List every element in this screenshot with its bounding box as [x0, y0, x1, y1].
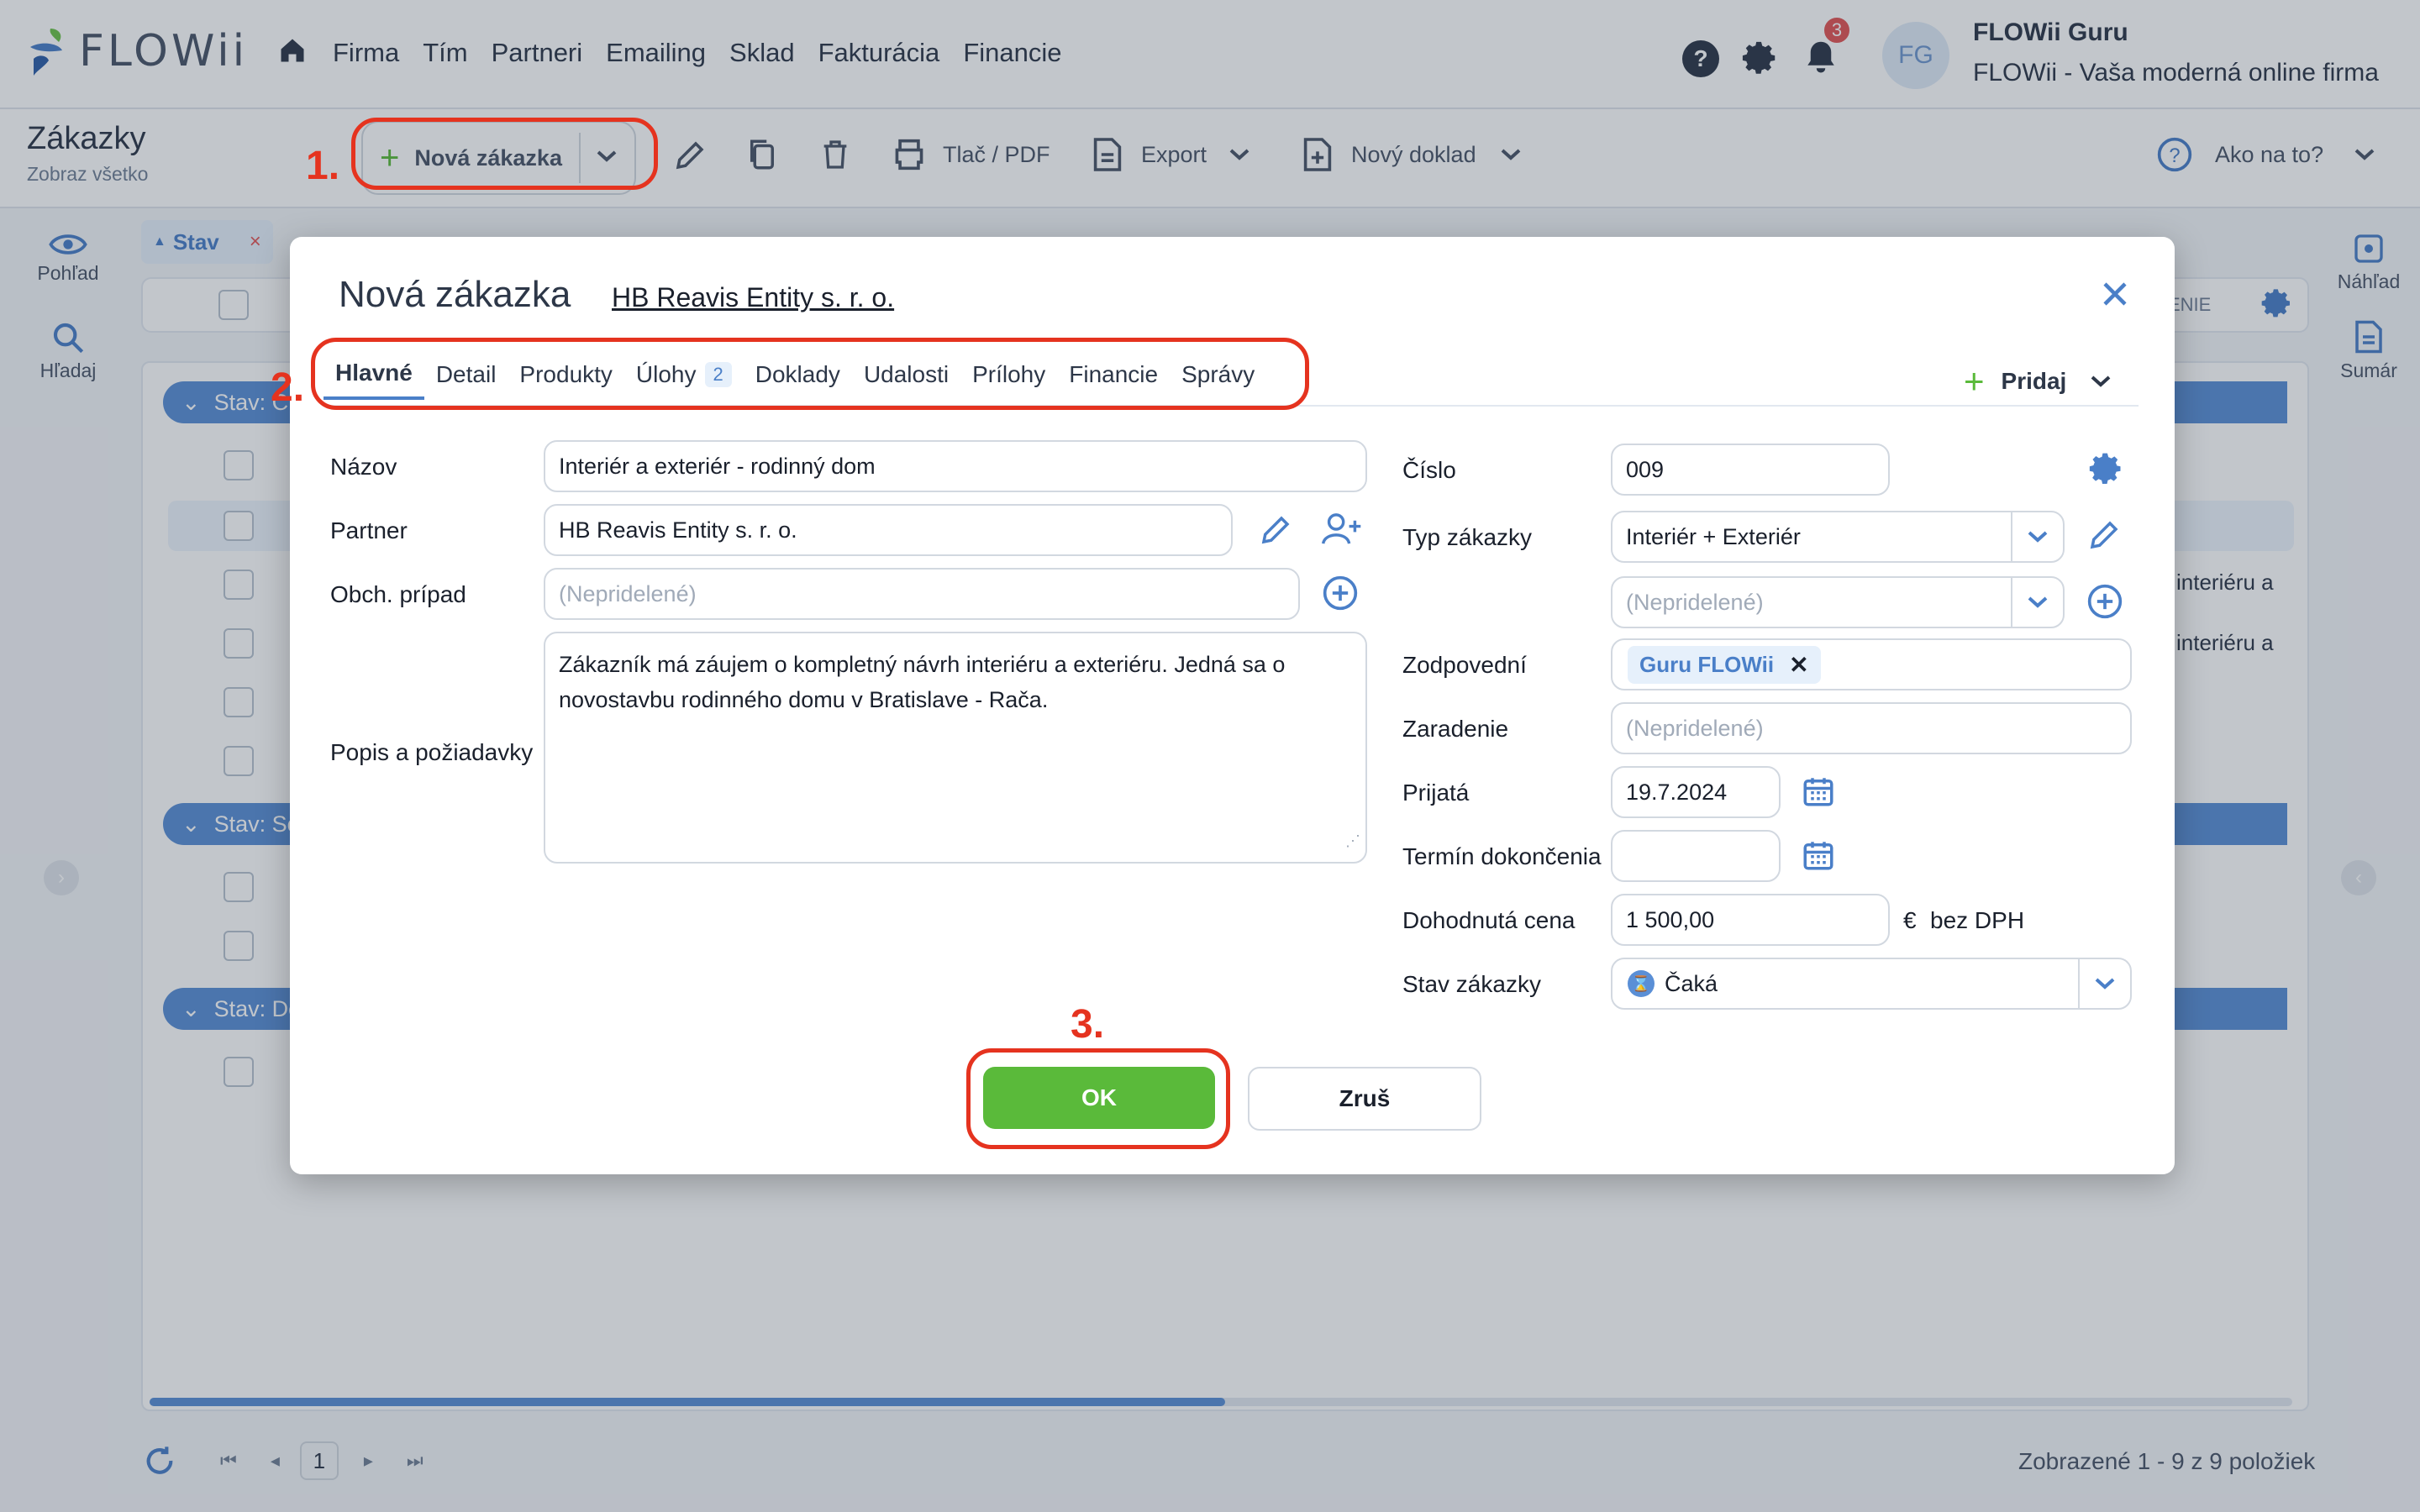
- status-label: Stav zákazky: [1402, 971, 1541, 997]
- order-type-select[interactable]: Interiér + Exteriér: [1611, 511, 2065, 563]
- annotation-highlight-tabs: [311, 338, 1309, 410]
- status-select[interactable]: ⌛ Čaká: [1611, 958, 2132, 1010]
- hourglass-icon: ⌛: [1628, 970, 1655, 997]
- order-subtype-select[interactable]: (Nepridelené): [1611, 576, 2065, 628]
- dialog-partner-link[interactable]: HB Reavis Entity s. r. o.: [612, 282, 894, 313]
- responsible-input[interactable]: Guru FLOWii ✕: [1611, 638, 2132, 690]
- price-input[interactable]: 1 500,00: [1611, 894, 1890, 946]
- annotation-step-2: 2.: [271, 365, 305, 410]
- name-label: Názov: [330, 454, 397, 480]
- name-input[interactable]: Interiér a exteriér - rodinný dom: [544, 440, 1367, 492]
- annotation-highlight-ok: [966, 1048, 1230, 1149]
- remove-chip-icon[interactable]: ✕: [1789, 651, 1808, 679]
- pencil-icon[interactable]: [1258, 512, 1293, 552]
- calendar-icon[interactable]: [1801, 773, 1836, 814]
- responsible-chip-label: Guru FLOWii: [1639, 651, 1775, 677]
- received-label: Prijatá: [1402, 780, 1470, 806]
- add-user-icon[interactable]: [1322, 511, 1362, 552]
- business-case-input[interactable]: (Nepridelené): [544, 568, 1300, 620]
- description-textarea[interactable]: Zákazník má záujem o kompletný návrh int…: [544, 632, 1367, 864]
- description-label: Popis a požiadavky: [330, 739, 534, 765]
- chevron-down-icon[interactable]: [2011, 512, 2063, 561]
- number-label: Číslo: [1402, 457, 1456, 483]
- pencil-icon[interactable]: [2086, 517, 2122, 557]
- chevron-down-icon[interactable]: [2078, 959, 2130, 1008]
- calendar-icon[interactable]: [1801, 837, 1836, 878]
- business-case-label: Obch. prípad: [330, 581, 466, 607]
- add-circle-icon[interactable]: [2086, 583, 2123, 624]
- close-icon[interactable]: [2100, 279, 2130, 313]
- deadline-label: Termín dokončenia: [1402, 843, 1602, 869]
- deadline-date-input[interactable]: [1611, 830, 1781, 882]
- gear-icon[interactable]: [2088, 450, 2125, 491]
- price-currency: €: [1903, 907, 1917, 933]
- annotation-step-3: 3.: [1071, 1002, 1105, 1047]
- add-menu-button[interactable]: + Pridaj: [1964, 361, 2112, 402]
- category-label: Zaradenie: [1402, 716, 1509, 742]
- price-label: Dohodnutá cena: [1402, 907, 1576, 933]
- order-subtype-placeholder: (Nepridelené): [1626, 589, 1764, 615]
- responsible-label: Zodpovední: [1402, 652, 1527, 678]
- add-menu-label: Pridaj: [2001, 368, 2067, 394]
- partner-label: Partner: [330, 517, 408, 543]
- add-circle-icon[interactable]: [1322, 575, 1359, 616]
- received-date-input[interactable]: 19.7.2024: [1611, 766, 1781, 818]
- category-input[interactable]: (Nepridelené): [1611, 702, 2132, 754]
- resize-handle-icon[interactable]: ⋰: [1345, 823, 1360, 858]
- dialog-title: Nová zákazka: [339, 274, 571, 315]
- price-suffix: bez DPH: [1930, 907, 2025, 933]
- chevron-down-icon[interactable]: [2011, 578, 2063, 627]
- responsible-chip: Guru FLOWii ✕: [1628, 645, 1821, 684]
- status-value: Čaká: [1665, 970, 1718, 996]
- order-type-value: Interiér + Exteriér: [1626, 523, 1801, 549]
- chevron-down-icon: [2091, 375, 2111, 387]
- annotation-highlight-new-order: [351, 118, 658, 190]
- partner-input[interactable]: HB Reavis Entity s. r. o.: [544, 504, 1233, 556]
- cancel-button[interactable]: Zruš: [1248, 1067, 1481, 1131]
- plus-icon: +: [1964, 361, 1985, 401]
- annotation-step-1: 1.: [306, 144, 340, 188]
- order-type-label: Typ zákazky: [1402, 524, 1533, 550]
- description-text: Zákazník má záujem o kompletný návrh int…: [559, 652, 1286, 712]
- number-input[interactable]: 009: [1611, 444, 1890, 496]
